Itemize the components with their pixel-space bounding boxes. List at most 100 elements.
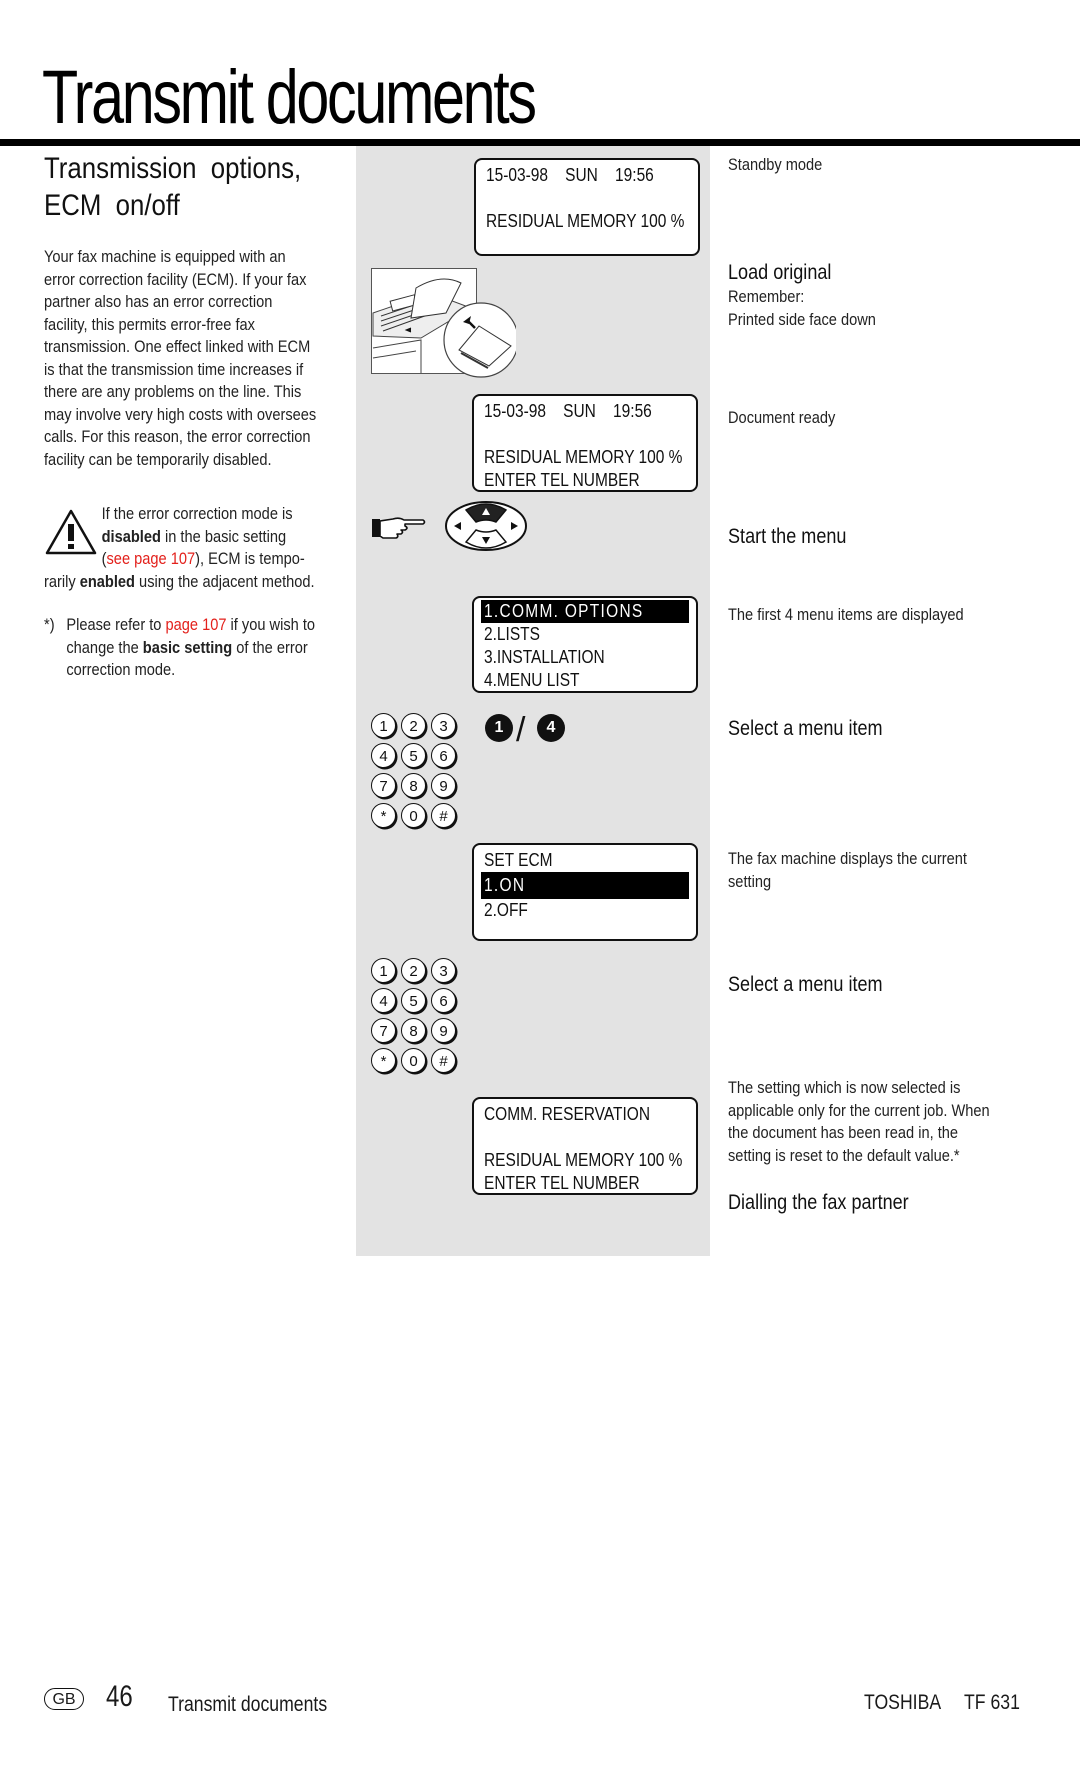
- key-1[interactable]: 1: [371, 958, 396, 983]
- key-8[interactable]: 8: [401, 773, 426, 798]
- key-6[interactable]: 6: [431, 743, 456, 768]
- footnote-text: of the error: [232, 637, 308, 657]
- key-6[interactable]: 6: [431, 988, 456, 1013]
- footnote-mark: *): [44, 615, 55, 634]
- lcd-line: RESIDUAL MEMORY 100 %: [484, 1150, 683, 1170]
- keypad-1: 1 2 3 4 5 6 7 8 9 * 0 #: [371, 713, 467, 833]
- key-4[interactable]: 4: [371, 743, 396, 768]
- see-page-107-link[interactable]: see page 107: [106, 549, 195, 568]
- step-load-original: Load original Remember: Printed side fac…: [728, 260, 1058, 331]
- key-4[interactable]: 4: [371, 988, 396, 1013]
- key-7[interactable]: 7: [371, 1018, 396, 1043]
- pointing-hand-icon: [372, 517, 426, 539]
- key-2[interactable]: 2: [401, 713, 426, 738]
- ecm-option[interactable]: 2.OFF: [484, 899, 658, 922]
- intro-line: is that the transmission time increases …: [44, 359, 304, 379]
- step-text: Printed side face down: [728, 309, 876, 329]
- warning-bold-disabled: disabled: [101, 526, 161, 546]
- key-5[interactable]: 5: [401, 988, 426, 1013]
- lcd-set-ecm: SET ECM 1.ON 2.OFF: [472, 843, 698, 941]
- menu-item[interactable]: 2.LISTS: [484, 623, 658, 646]
- key-8[interactable]: 8: [401, 1018, 426, 1043]
- menu-item[interactable]: 4.MENU LIST: [484, 669, 658, 692]
- lcd-line: RESIDUAL MEMORY 100 %: [486, 211, 685, 231]
- menu-item-label: 1.COMM. OPTIONS: [484, 601, 644, 621]
- warning-line: rarily enabled using the adjacent method…: [44, 571, 336, 594]
- step-text: Remember:: [728, 287, 805, 306]
- intro-line: facility, this permits error-free fax: [44, 314, 255, 334]
- key-3[interactable]: 3: [431, 958, 456, 983]
- warning-text: ), ECM is tempo-: [195, 549, 305, 568]
- warning-line: disabled in the basic setting: [44, 526, 336, 549]
- page-title: Transmit documents: [42, 55, 537, 140]
- lcd-line: 15-03-98 SUN 19:56: [484, 401, 652, 421]
- title-rule: [0, 139, 1080, 146]
- key-3[interactable]: 3: [431, 713, 456, 738]
- step-dialling: Dialling the fax partner: [728, 1191, 909, 1214]
- navigation-pad-icon[interactable]: [444, 500, 528, 552]
- footnote: *) Please refer to page 107 if you wish …: [44, 614, 336, 682]
- intro-line: error correction facility (ECM). If your…: [44, 269, 307, 289]
- key-hash[interactable]: #: [431, 1048, 456, 1073]
- step-document-ready: Document ready: [728, 408, 836, 427]
- step-select-menu-item-2: Select a menu item: [728, 973, 883, 996]
- warning-line: (see page 107), ECM is tempo-: [44, 548, 336, 571]
- menu-item[interactable]: 3.INSTALLATION: [484, 646, 658, 669]
- select-badge-separator: /: [516, 711, 526, 749]
- fax-document-loading-illustration: [371, 268, 516, 378]
- footnote-text: change the: [66, 637, 143, 657]
- lcd-comm-reservation: COMM. RESERVATION RESIDUAL MEMORY 100 % …: [472, 1097, 698, 1195]
- footnote-bold-basic-setting: basic setting: [142, 637, 233, 657]
- intro-line: facility can be temporarily disabled.: [44, 449, 272, 469]
- warning-text: If the error correction mode is: [101, 504, 293, 523]
- keypad-2: 1 2 3 4 5 6 7 8 9 * 0 #: [371, 958, 467, 1078]
- lcd-main-menu: 1.COMM. OPTIONS 2.LISTS 3.INSTALLATION 4…: [472, 596, 698, 693]
- country-badge: GB: [44, 1688, 84, 1710]
- footnote-text: if you wish to: [226, 615, 316, 634]
- footnote-text: Please refer to: [66, 615, 166, 634]
- warning-line: If the error correction mode is: [44, 503, 336, 526]
- intro-line: transmission. One effect linked with ECM: [44, 337, 311, 356]
- intro-line: partner also has an error correction: [44, 292, 273, 311]
- warning-text: using the adjacent method.: [134, 571, 315, 591]
- ecm-option-selected[interactable]: 1.ON: [481, 872, 689, 899]
- step-setting-note: The setting which is now selected is app…: [728, 1077, 1058, 1167]
- warning-text: rarily: [44, 571, 80, 591]
- key-2[interactable]: 2: [401, 958, 426, 983]
- lcd-line: ENTER TEL NUMBER: [484, 470, 640, 490]
- lcd-line: RESIDUAL MEMORY 100 %: [484, 447, 683, 467]
- key-5[interactable]: 5: [401, 743, 426, 768]
- step-start-menu: Start the menu: [728, 525, 847, 548]
- footnote-text: correction mode.: [66, 660, 176, 679]
- intro-line: there are any problems on the line. This: [44, 382, 302, 401]
- step-text: The fax machine displays the current: [728, 849, 967, 868]
- warning-text: in the basic setting: [160, 526, 287, 546]
- key-9[interactable]: 9: [431, 773, 456, 798]
- step-text: applicable only for the current job. Whe…: [728, 1100, 990, 1120]
- warning-bold-enabled: enabled: [79, 571, 135, 591]
- key-hash[interactable]: #: [431, 803, 456, 828]
- step-text: setting is reset to the default value.*: [728, 1145, 960, 1165]
- select-badge-to: 4: [537, 714, 565, 742]
- page-107-link[interactable]: page 107: [166, 615, 227, 634]
- intro-paragraph: Your fax machine is equipped with an err…: [44, 246, 336, 471]
- page-number: 46: [106, 1680, 133, 1713]
- key-0[interactable]: 0: [401, 803, 426, 828]
- key-1[interactable]: 1: [371, 713, 396, 738]
- step-text: the document has been read in, the: [728, 1123, 959, 1142]
- menu-item-selected[interactable]: 1.COMM. OPTIONS: [481, 600, 689, 623]
- step-text: setting: [728, 871, 772, 891]
- step-standby: Standby mode: [728, 155, 823, 174]
- lcd-standby: 15-03-98 SUN 19:56 RESIDUAL MEMORY 100 %: [474, 158, 700, 256]
- lcd-document-ready: 15-03-98 SUN 19:56 RESIDUAL MEMORY 100 %…: [472, 394, 698, 492]
- key-0[interactable]: 0: [401, 1048, 426, 1073]
- step-first-four: The first 4 menu items are displayed: [728, 605, 964, 624]
- select-badge-from: 1: [485, 714, 513, 742]
- lcd-line: COMM. RESERVATION: [484, 1104, 651, 1124]
- key-star[interactable]: *: [371, 803, 396, 828]
- step-text: The setting which is now selected is: [728, 1078, 961, 1097]
- key-star[interactable]: *: [371, 1048, 396, 1073]
- lcd-line: 15-03-98 SUN 19:56: [486, 165, 654, 185]
- key-7[interactable]: 7: [371, 773, 396, 798]
- key-9[interactable]: 9: [431, 1018, 456, 1043]
